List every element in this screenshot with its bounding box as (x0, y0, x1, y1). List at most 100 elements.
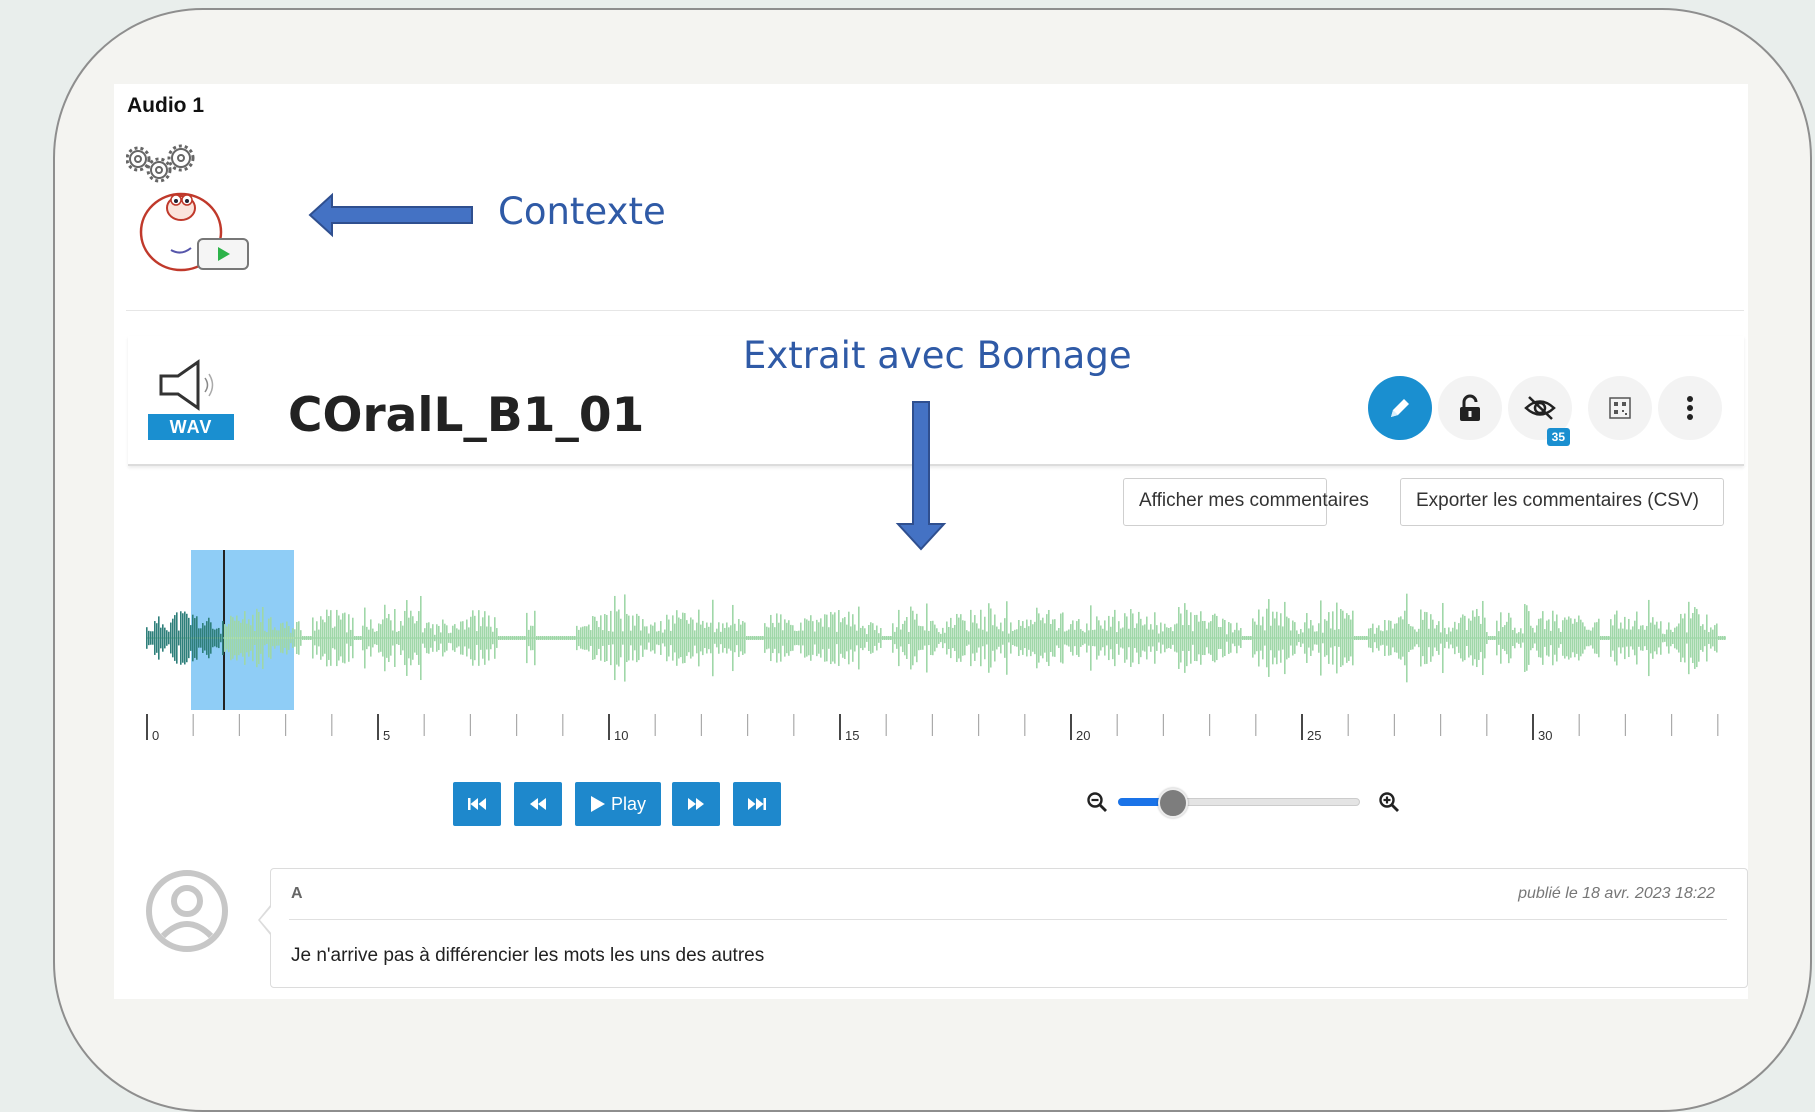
waveform-bar (1030, 619, 1032, 657)
waveform-bar (1042, 617, 1044, 659)
waveform-bar (1266, 608, 1268, 668)
waveform-bar (1346, 613, 1348, 663)
waveform-bar (1560, 631, 1562, 645)
waveform-bar (1690, 618, 1692, 658)
waveform-bar (1114, 609, 1116, 667)
skip-forward-icon (748, 798, 766, 810)
export-comments-button[interactable]: Exporter les commentaires (CSV) (1400, 478, 1724, 526)
waveform-bar (228, 623, 230, 653)
zoom-control (1086, 784, 1412, 820)
waveform-bar (1624, 616, 1626, 660)
zoom-slider-thumb[interactable] (1157, 788, 1188, 818)
waveform-bar (258, 611, 260, 665)
waveform-bar (878, 633, 880, 643)
waveform-bar (380, 624, 382, 652)
rewind-button[interactable] (514, 782, 562, 826)
waveform-bar (1494, 636, 1496, 640)
waveform-bar (968, 631, 970, 645)
waveform-bar (1184, 603, 1186, 673)
waveform-bar (714, 632, 716, 644)
waveform-bar (1218, 627, 1220, 649)
waveform-bar (170, 622, 172, 654)
waveform-bar (586, 626, 588, 650)
waveform-bar (1632, 626, 1634, 650)
more-options-button[interactable] (1658, 376, 1722, 440)
zoom-in-icon[interactable] (1378, 791, 1400, 813)
waveform-bar (722, 623, 724, 653)
waveform-bar (1628, 618, 1630, 658)
waveform-bar (962, 620, 964, 656)
fast-forward-button[interactable] (672, 782, 720, 826)
waveform-bar (646, 626, 648, 650)
waveform-bar (242, 619, 244, 657)
waveform-bar (1538, 618, 1540, 658)
waveform-bar (1338, 629, 1340, 647)
waveform-bar (346, 632, 348, 644)
waveform-bar (270, 617, 272, 659)
waveform-bar (1524, 604, 1526, 672)
waveform-bar (1536, 625, 1538, 651)
waveform-bar (1232, 632, 1234, 644)
waveform-bar (594, 616, 596, 660)
waveform-bar (1282, 626, 1284, 650)
waveform-bar (1112, 616, 1114, 660)
waveform-bar (1304, 622, 1306, 654)
waveform-bar (288, 626, 290, 650)
waveform-bar (620, 618, 622, 658)
lock-button[interactable] (1438, 376, 1502, 440)
comment-card: A publié le 18 avr. 2023 18:22 Je n'arri… (270, 868, 1748, 988)
context-annotation: Contexte (498, 190, 666, 233)
waveform-bar (372, 628, 374, 648)
skip-to-start-button[interactable] (453, 782, 501, 826)
waveform-bar (498, 636, 500, 640)
waveform-bar (500, 636, 502, 640)
waveform-bar (440, 632, 442, 644)
waveform-bar (972, 622, 974, 654)
waveform-bar (742, 621, 744, 655)
pencil-icon (1391, 399, 1409, 417)
waveform-bar (1564, 617, 1566, 659)
waveform-bar (1146, 616, 1148, 660)
waveform-bar (1546, 620, 1548, 656)
waveform-bar (1094, 629, 1096, 647)
visibility-button[interactable]: 35 (1508, 376, 1572, 446)
waveform-bar (1254, 621, 1256, 655)
waveform-bar (1022, 621, 1024, 655)
waveform-bar (214, 629, 216, 647)
waveform-bar (1028, 626, 1030, 650)
context-thumbnail[interactable] (126, 144, 256, 274)
qr-code-button[interactable] (1588, 376, 1652, 440)
show-comments-button[interactable]: Afficher mes commentaires (1123, 478, 1369, 526)
zoom-out-icon[interactable] (1086, 791, 1108, 813)
waveform-bar (1716, 623, 1718, 653)
waveform-bar (286, 621, 288, 655)
waveform-bar (1010, 622, 1012, 654)
waveform-bar (1688, 601, 1690, 675)
waveform[interactable] (146, 550, 1726, 710)
play-button[interactable]: Play (575, 782, 661, 826)
waveform-bar (1106, 630, 1108, 646)
waveform-bar (178, 630, 180, 646)
skip-to-end-button[interactable] (733, 782, 781, 826)
waveform-bar (1240, 628, 1242, 648)
waveform-bar (1356, 636, 1358, 640)
waveform-bar (784, 619, 786, 657)
waveform-bar (290, 632, 292, 644)
waveform-bar (658, 630, 660, 646)
waveform-bar (492, 631, 494, 645)
waveform-bar (378, 623, 380, 653)
waveform-bar (600, 615, 602, 661)
waveform-bar (830, 611, 832, 665)
waveform-bar (1246, 636, 1248, 640)
waveform-bar (556, 636, 558, 640)
waveform-bar (1602, 636, 1604, 640)
waveform-bar (1666, 629, 1668, 647)
waveform-bar (1616, 610, 1618, 666)
waveform-bar (1324, 619, 1326, 657)
waveform-bar (988, 603, 990, 673)
waveform-bar (1446, 634, 1448, 642)
waveform-bar (262, 607, 264, 669)
waveform-bar (680, 618, 682, 658)
edit-button[interactable] (1368, 376, 1432, 440)
waveform-bar (232, 617, 234, 659)
